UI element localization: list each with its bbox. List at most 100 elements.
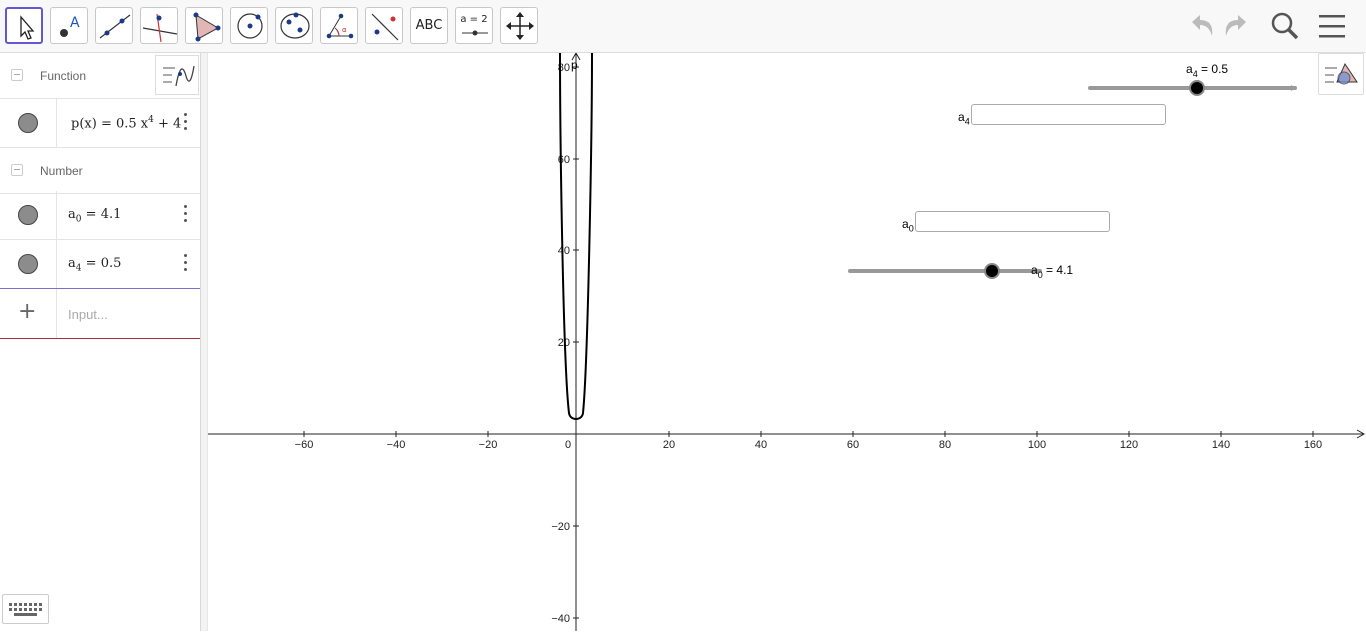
undo-icon: [1192, 15, 1213, 36]
algebra-item-a0[interactable]: a0 = 4.1: [0, 191, 200, 240]
cursor-arrow-icon: [20, 15, 35, 40]
number-name: a: [68, 207, 76, 222]
input-box-label: a0: [902, 217, 914, 234]
x-tick-label: −20: [479, 439, 498, 451]
graphics-canvas[interactable]: −60 −40 −20 0 20 40 60 80 100 120 140 16…: [208, 51, 1366, 631]
input-box-a4[interactable]: [971, 104, 1166, 125]
slider-label: a4 = 0.5: [1186, 62, 1228, 79]
reflect-icon: [371, 13, 399, 41]
y-tick-label: 40: [558, 245, 570, 257]
x-tick-label: 40: [755, 439, 767, 451]
style-bar-icon: [163, 65, 195, 87]
graphics-style-bar-button[interactable]: [1318, 53, 1364, 95]
circle-tool-button[interactable]: [230, 7, 268, 44]
keyboard-icon: [9, 603, 42, 616]
angle-tool-button[interactable]: α: [320, 7, 358, 44]
group-number[interactable]: Number: [0, 148, 200, 194]
polygon-icon: [193, 12, 221, 42]
algebra-view: Function p(x) = 0.5 x4 + 4.1 Number a0 =…: [0, 53, 200, 631]
angle-icon: α: [326, 13, 354, 39]
move-arrows-icon: [506, 12, 534, 40]
number-definition[interactable]: a4 = 0.5: [68, 256, 184, 274]
input-box-a0[interactable]: [915, 211, 1110, 232]
x-tick-label: −40: [387, 439, 406, 451]
visibility-toggle[interactable]: [18, 205, 38, 225]
move-graphics-tool-button[interactable]: [500, 7, 538, 44]
collapse-icon[interactable]: [11, 164, 23, 176]
reflect-tool-button[interactable]: [365, 7, 403, 44]
y-tick-label: 60: [558, 154, 570, 166]
svg-text:α: α: [342, 26, 347, 34]
perpendicular-line-tool-button[interactable]: [140, 7, 178, 44]
number-subscript: 0: [75, 214, 82, 225]
graphics-view[interactable]: −60 −40 −20 0 20 40 60 80 100 120 140 16…: [208, 51, 1366, 631]
number-name: a: [68, 256, 76, 271]
x-tick-label: 60: [847, 439, 859, 451]
x-tick-label: 160: [1304, 439, 1322, 451]
x-tick-label: 0: [565, 439, 571, 451]
algebra-item-function-p[interactable]: p(x) = 0.5 x4 + 4.1: [0, 99, 200, 148]
curve-label: p: [571, 58, 578, 72]
hamburger-menu-icon: [1319, 15, 1345, 38]
more-options-icon[interactable]: [184, 254, 188, 274]
slider-icon: [462, 30, 488, 36]
main-menu-button[interactable]: [1316, 10, 1350, 42]
polygon-tool-button[interactable]: [185, 7, 223, 44]
function-expression: 0.5 x: [116, 116, 149, 132]
slider-tool-button[interactable]: a = 2: [455, 7, 493, 44]
algebra-input-placeholder[interactable]: Input...: [68, 307, 108, 322]
plus-icon[interactable]: +: [18, 299, 36, 324]
panel-divider[interactable]: [200, 53, 208, 631]
equals-sign: =: [85, 207, 97, 222]
number-value: 0.5: [100, 256, 122, 271]
toolbar: A α ABC a = 2: [0, 0, 1366, 53]
number-definition[interactable]: a0 = 4.1: [68, 207, 184, 225]
group-label: Function: [40, 69, 87, 83]
group-label: Number: [40, 164, 83, 178]
style-bar-icon: [1325, 62, 1358, 85]
equals-sign: =: [85, 256, 97, 271]
move-tool-button[interactable]: [5, 7, 43, 44]
function-expression-rest: + 4.1: [158, 116, 181, 132]
redo-button[interactable]: [1220, 10, 1254, 42]
ellipse-tool-button[interactable]: [275, 7, 313, 44]
slider-a4[interactable]: a4 = 0.5: [1088, 62, 1297, 96]
collapse-icon[interactable]: [11, 69, 23, 81]
algebra-input-row[interactable]: + Input...: [0, 288, 200, 339]
slider-handle[interactable]: [1189, 80, 1205, 96]
x-tick-label: 80: [939, 439, 951, 451]
slider-label: a0 = 4.1: [1031, 263, 1073, 280]
visibility-toggle[interactable]: [18, 113, 38, 133]
search-icon: [1271, 12, 1299, 40]
undo-button[interactable]: [1184, 10, 1218, 42]
algebra-item-a4[interactable]: a4 = 0.5: [0, 240, 200, 289]
slider-arrow: [1291, 85, 1296, 91]
slider-a0[interactable]: a0 = 4.1: [848, 263, 1073, 280]
input-box-label: a4: [958, 110, 970, 127]
function-definition[interactable]: p(x) = 0.5 x4 + 4.1: [71, 115, 181, 131]
number-value: 4.1: [100, 207, 122, 222]
y-tick-label: −40: [551, 613, 570, 625]
algebra-style-bar-button[interactable]: [155, 55, 199, 95]
more-options-icon[interactable]: [184, 205, 188, 225]
function-arg: (x): [79, 116, 97, 132]
equals-sign: =: [100, 116, 112, 132]
y-tick-label: −20: [551, 521, 570, 533]
text-tool-button[interactable]: ABC: [410, 7, 448, 44]
visibility-toggle[interactable]: [18, 254, 38, 274]
perpendicular-icon: [142, 13, 178, 43]
point-icon: A: [60, 15, 80, 37]
circle-icon: [237, 13, 263, 39]
ellipse-icon: [280, 12, 310, 39]
x-tick-label: 100: [1028, 439, 1046, 451]
line-tool-button[interactable]: [95, 7, 133, 44]
slider-handle[interactable]: [984, 263, 1000, 279]
number-subscript: 4: [75, 263, 82, 274]
search-button[interactable]: [1268, 10, 1302, 42]
virtual-keyboard-button[interactable]: [2, 594, 49, 624]
line-icon: [99, 14, 131, 39]
x-tick-label: 120: [1120, 439, 1138, 451]
point-tool-button[interactable]: A: [50, 7, 88, 44]
x-tick-label: 140: [1212, 439, 1230, 451]
more-options-icon[interactable]: [184, 113, 188, 133]
